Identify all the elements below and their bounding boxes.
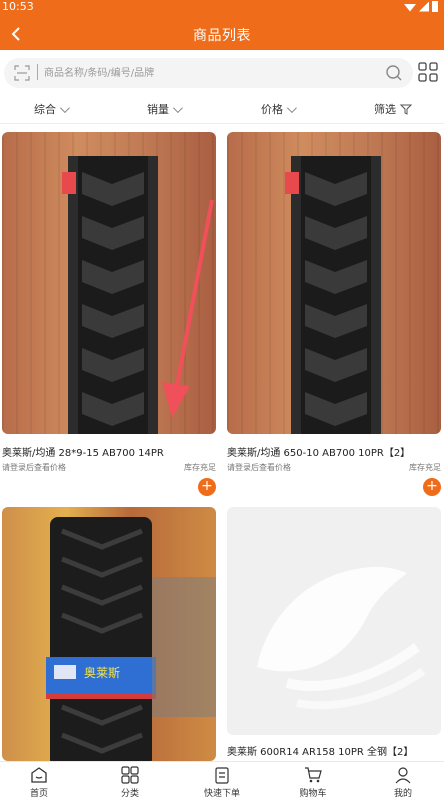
tire-label: 奥莱斯 bbox=[84, 666, 120, 680]
tab-label: 购物车 bbox=[299, 789, 327, 799]
add-to-cart-button[interactable]: + bbox=[423, 478, 441, 496]
tab-label: 快速下单 bbox=[203, 789, 240, 799]
tab-home[interactable]: 首页 bbox=[9, 766, 69, 799]
status-bar: 10:53 bbox=[0, 0, 444, 14]
filter-price[interactable]: 价格 bbox=[261, 101, 297, 117]
horse-logo-icon bbox=[257, 566, 426, 710]
tab-label: 我的 bbox=[393, 789, 412, 799]
product-image-placeholder[interactable] bbox=[227, 507, 441, 735]
search-divider bbox=[37, 64, 38, 80]
search-bar[interactable] bbox=[4, 58, 413, 88]
chevron-down-icon bbox=[59, 102, 70, 113]
battery-icon bbox=[432, 1, 438, 12]
filter-label: 销量 bbox=[147, 103, 169, 116]
product-name: 奥莱斯 600R14 AR158 10PR 全钢【2】 bbox=[227, 747, 414, 758]
filter-screen[interactable]: 筛选 bbox=[374, 101, 412, 117]
chevron-down-icon bbox=[172, 102, 183, 113]
tab-category[interactable]: 分类 bbox=[100, 766, 160, 799]
login-hint: 请登录后查看价格 bbox=[227, 463, 291, 472]
grid-view-icon[interactable] bbox=[418, 62, 438, 82]
filter-overall[interactable]: 综合 bbox=[34, 101, 70, 117]
login-hint: 请登录后查看价格 bbox=[2, 463, 66, 472]
app-screen: 10:53 商品列表 商品名称/条码/编号/品牌 综合 销量 价格 筛选 奥莱斯… bbox=[0, 0, 444, 801]
product-name: 奥莱斯/均通 28*9-15 AB700 14PR bbox=[2, 448, 164, 459]
filter-label: 价格 bbox=[261, 103, 283, 116]
filter-sales[interactable]: 销量 bbox=[147, 101, 183, 117]
product-image[interactable]: 奥莱斯 bbox=[2, 507, 216, 761]
nav-bar: 商品列表 bbox=[0, 18, 444, 50]
profile-icon bbox=[395, 767, 411, 784]
filter-bar: 综合 销量 价格 筛选 bbox=[0, 96, 444, 124]
page-title: 商品列表 bbox=[193, 28, 251, 44]
tab-profile[interactable]: 我的 bbox=[373, 766, 433, 799]
filter-label: 筛选 bbox=[374, 103, 396, 116]
tab-label: 分类 bbox=[120, 789, 139, 799]
scan-icon[interactable] bbox=[14, 65, 30, 81]
quick-order-icon bbox=[215, 767, 229, 784]
product-image[interactable] bbox=[227, 132, 441, 434]
search-input[interactable] bbox=[44, 62, 374, 84]
stock-status: 库存充足 bbox=[184, 463, 216, 472]
wifi-icon bbox=[404, 4, 416, 12]
home-icon bbox=[31, 767, 47, 783]
product-card[interactable]: 奥莱斯/均通 28*9-15 AB700 14PR 请登录后查看价格 库存充足 … bbox=[2, 132, 216, 502]
tab-bar: 首页 分类 快速下单 购物车 我的 bbox=[0, 761, 444, 801]
product-card[interactable]: 奥莱斯 bbox=[2, 507, 216, 761]
category-icon bbox=[121, 766, 139, 784]
top-bar: 10:53 商品列表 bbox=[0, 0, 444, 50]
tab-label: 首页 bbox=[29, 789, 48, 799]
status-time: 10:53 bbox=[2, 0, 34, 13]
filter-label: 综合 bbox=[34, 103, 56, 116]
tab-quick-order[interactable]: 快速下单 bbox=[192, 766, 252, 799]
signal-icon bbox=[419, 1, 429, 12]
chevron-down-icon bbox=[286, 102, 297, 113]
tire-image bbox=[62, 156, 214, 434]
product-card[interactable]: 奥莱斯 600R14 AR158 10PR 全钢【2】 bbox=[227, 507, 441, 761]
product-name: 奥莱斯/均通 650-10 AB700 10PR【2】 bbox=[227, 448, 411, 459]
cart-icon bbox=[305, 767, 322, 783]
tire-image: 奥莱斯 bbox=[46, 517, 216, 761]
status-icons bbox=[404, 1, 438, 12]
product-image[interactable] bbox=[2, 132, 216, 434]
product-card[interactable]: 奥莱斯/均通 650-10 AB700 10PR【2】 请登录后查看价格 库存充… bbox=[227, 132, 441, 502]
filter-icon bbox=[400, 104, 412, 115]
search-icon[interactable] bbox=[385, 64, 403, 82]
stock-status: 库存充足 bbox=[409, 463, 441, 472]
tab-cart[interactable]: 购物车 bbox=[283, 766, 343, 799]
tire-image bbox=[285, 156, 381, 434]
add-to-cart-button[interactable]: + bbox=[198, 478, 216, 496]
